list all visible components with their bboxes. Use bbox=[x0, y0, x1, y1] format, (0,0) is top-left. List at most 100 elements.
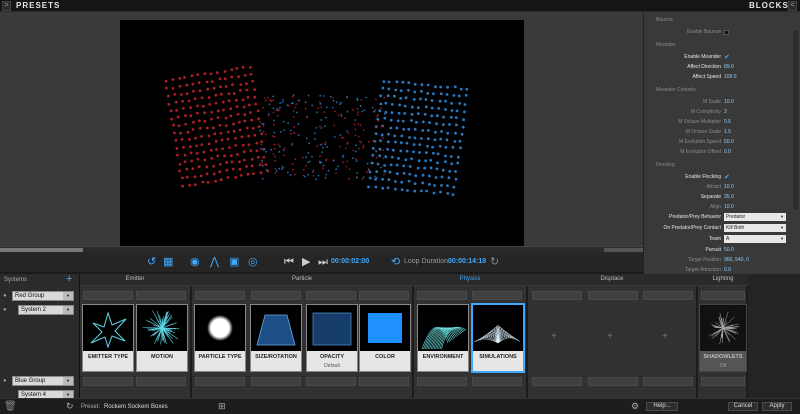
empty-slot[interactable] bbox=[359, 291, 409, 300]
empty-slot[interactable] bbox=[195, 291, 245, 300]
empty-slot[interactable] bbox=[701, 291, 745, 300]
help-button[interactable]: Help... bbox=[646, 402, 678, 411]
color-label: COLOR bbox=[375, 354, 395, 360]
visibility-eye-icon[interactable]: ● bbox=[3, 293, 7, 299]
m-evolution-speed-value[interactable]: 50.0 bbox=[724, 139, 734, 145]
environment-tile[interactable]: ENVIRONMENT bbox=[417, 304, 469, 372]
visibility-eye-icon[interactable]: ● bbox=[3, 307, 7, 313]
empty-slot[interactable] bbox=[472, 377, 522, 386]
timeline-scrubber[interactable] bbox=[0, 246, 643, 253]
skip-back-icon[interactable]: ⏮ bbox=[284, 256, 294, 268]
particle-preview-image bbox=[164, 65, 469, 197]
mesh-icon[interactable]: ◉ bbox=[190, 256, 200, 268]
refresh-icon[interactable]: ↻ bbox=[66, 401, 74, 412]
collapse-blocks-button[interactable]: < bbox=[788, 1, 797, 11]
empty-slot[interactable] bbox=[701, 377, 745, 386]
empty-slot[interactable] bbox=[306, 291, 356, 300]
predator-behavior-select[interactable]: Predator ▼ bbox=[724, 213, 786, 221]
add-block-icon[interactable]: + bbox=[662, 331, 668, 342]
preview-viewport[interactable] bbox=[120, 20, 524, 246]
empty-slot[interactable] bbox=[136, 291, 186, 300]
empty-slot[interactable] bbox=[417, 291, 467, 300]
loop-icon[interactable]: ⟲ bbox=[391, 256, 400, 268]
simulations-tile[interactable]: SIMULATIONS bbox=[472, 304, 524, 372]
team-select[interactable]: A ▼ bbox=[724, 235, 786, 243]
size-rotation-tile[interactable]: SIZE/ROTATION bbox=[250, 304, 302, 372]
empty-slot[interactable] bbox=[136, 377, 186, 386]
empty-slot[interactable] bbox=[532, 377, 582, 386]
category-emitter[interactable]: Emitter bbox=[80, 276, 190, 282]
attract-value[interactable]: 10.0 bbox=[724, 184, 734, 190]
pursuit-value[interactable]: 50.0 bbox=[724, 247, 734, 253]
size-rotation-thumbnail bbox=[251, 305, 301, 351]
loop-duration-time[interactable]: 00:00:14:18 bbox=[448, 258, 486, 265]
apply-button[interactable]: Apply bbox=[762, 402, 792, 411]
motion-tile[interactable]: MOTION bbox=[136, 304, 188, 372]
reset-icon[interactable]: ↻ bbox=[490, 256, 499, 268]
m-scale-value[interactable]: 10.0 bbox=[724, 99, 734, 105]
add-block-icon[interactable]: + bbox=[551, 331, 557, 342]
empty-slot[interactable] bbox=[532, 291, 582, 300]
affect-speed-value[interactable]: 109.0 bbox=[724, 74, 737, 80]
target-attraction-value[interactable]: 0.0 bbox=[724, 267, 731, 273]
color-thumbnail bbox=[360, 305, 410, 351]
align-value[interactable]: 10.0 bbox=[724, 204, 734, 210]
m-octave-scale-value[interactable]: 1.5 bbox=[724, 129, 731, 135]
expand-presets-button[interactable]: > bbox=[2, 1, 11, 11]
category-particle[interactable]: Particle bbox=[192, 276, 412, 282]
play-icon[interactable]: ▶ bbox=[302, 256, 310, 268]
undo-icon[interactable]: ↺ bbox=[147, 256, 156, 268]
empty-slot[interactable] bbox=[251, 291, 301, 300]
empty-slot[interactable] bbox=[588, 377, 638, 386]
m-evolution-offset-value[interactable]: 0.0 bbox=[724, 149, 731, 155]
add-block-icon[interactable]: + bbox=[607, 331, 613, 342]
enable-flocking-checkbox[interactable]: ✔ bbox=[724, 173, 730, 181]
inspector-scrollbar[interactable] bbox=[793, 30, 798, 210]
save-preset-icon[interactable]: ⊞ bbox=[218, 401, 226, 412]
visibility-eye-icon[interactable]: ● bbox=[3, 378, 7, 384]
particle-type-tile[interactable]: PARTICLE TYPE bbox=[194, 304, 246, 372]
empty-slot[interactable] bbox=[588, 291, 638, 300]
m-octave-multiplier-value[interactable]: 0.5 bbox=[724, 119, 731, 125]
blue-group-select[interactable]: Blue Group ▼ bbox=[12, 376, 74, 386]
empty-slot[interactable] bbox=[359, 377, 409, 386]
settings-gear-icon[interactable]: ⚙ bbox=[631, 401, 639, 412]
motion-path-icon[interactable]: ⋀ bbox=[210, 256, 219, 268]
category-lighting[interactable]: Lighting bbox=[698, 276, 748, 282]
affect-direction-value[interactable]: 89.0 bbox=[724, 64, 734, 70]
category-displace[interactable]: Displace bbox=[528, 276, 696, 282]
eye-icon[interactable]: ◎ bbox=[248, 256, 258, 268]
m-octave-scale-label: M Octave Scale bbox=[685, 129, 721, 135]
empty-slot[interactable] bbox=[195, 377, 245, 386]
shadowlets-tile[interactable]: SHADOWLETS Off bbox=[699, 304, 747, 372]
shadowlets-thumbnail bbox=[700, 305, 746, 351]
empty-slot[interactable] bbox=[83, 377, 133, 386]
empty-slot[interactable] bbox=[306, 377, 356, 386]
skip-forward-icon[interactable]: ⏭ bbox=[318, 256, 328, 268]
empty-slot[interactable] bbox=[417, 377, 467, 386]
emitter-type-tile[interactable]: EMITTER TYPE bbox=[82, 304, 134, 372]
empty-slot[interactable] bbox=[83, 291, 133, 300]
target-position-value[interactable]: 960, 540, 0 bbox=[724, 257, 749, 263]
emitter-type-label: EMITTER TYPE bbox=[87, 354, 129, 360]
separate-value[interactable]: 35.0 bbox=[724, 194, 734, 200]
cancel-button[interactable]: Cancel bbox=[728, 402, 758, 411]
trash-icon[interactable]: 🗑 bbox=[4, 401, 17, 412]
add-system-button[interactable]: + bbox=[66, 273, 72, 285]
empty-slot[interactable] bbox=[472, 291, 522, 300]
enable-meander-checkbox[interactable]: ✔ bbox=[724, 53, 730, 61]
opacity-tile[interactable]: OPACITY Default bbox=[306, 304, 358, 372]
empty-slot[interactable] bbox=[643, 291, 693, 300]
predator-contact-select[interactable]: Kill Both ▼ bbox=[724, 224, 786, 232]
m-complexity-value[interactable]: 3 bbox=[724, 109, 727, 115]
current-time[interactable]: 00:00:02:00 bbox=[331, 258, 369, 265]
color-tile[interactable]: COLOR bbox=[359, 304, 411, 372]
empty-slot[interactable] bbox=[643, 377, 693, 386]
system-2-select[interactable]: System 2 ▼ bbox=[18, 305, 74, 315]
film-icon[interactable]: ▦ bbox=[163, 256, 173, 268]
category-physics[interactable]: Physics bbox=[414, 276, 526, 282]
display-icon[interactable]: ▣ bbox=[229, 256, 239, 268]
empty-slot[interactable] bbox=[251, 377, 301, 386]
enable-bounce-checkbox[interactable] bbox=[724, 30, 729, 35]
red-group-select[interactable]: Red Group ▼ bbox=[12, 291, 74, 301]
